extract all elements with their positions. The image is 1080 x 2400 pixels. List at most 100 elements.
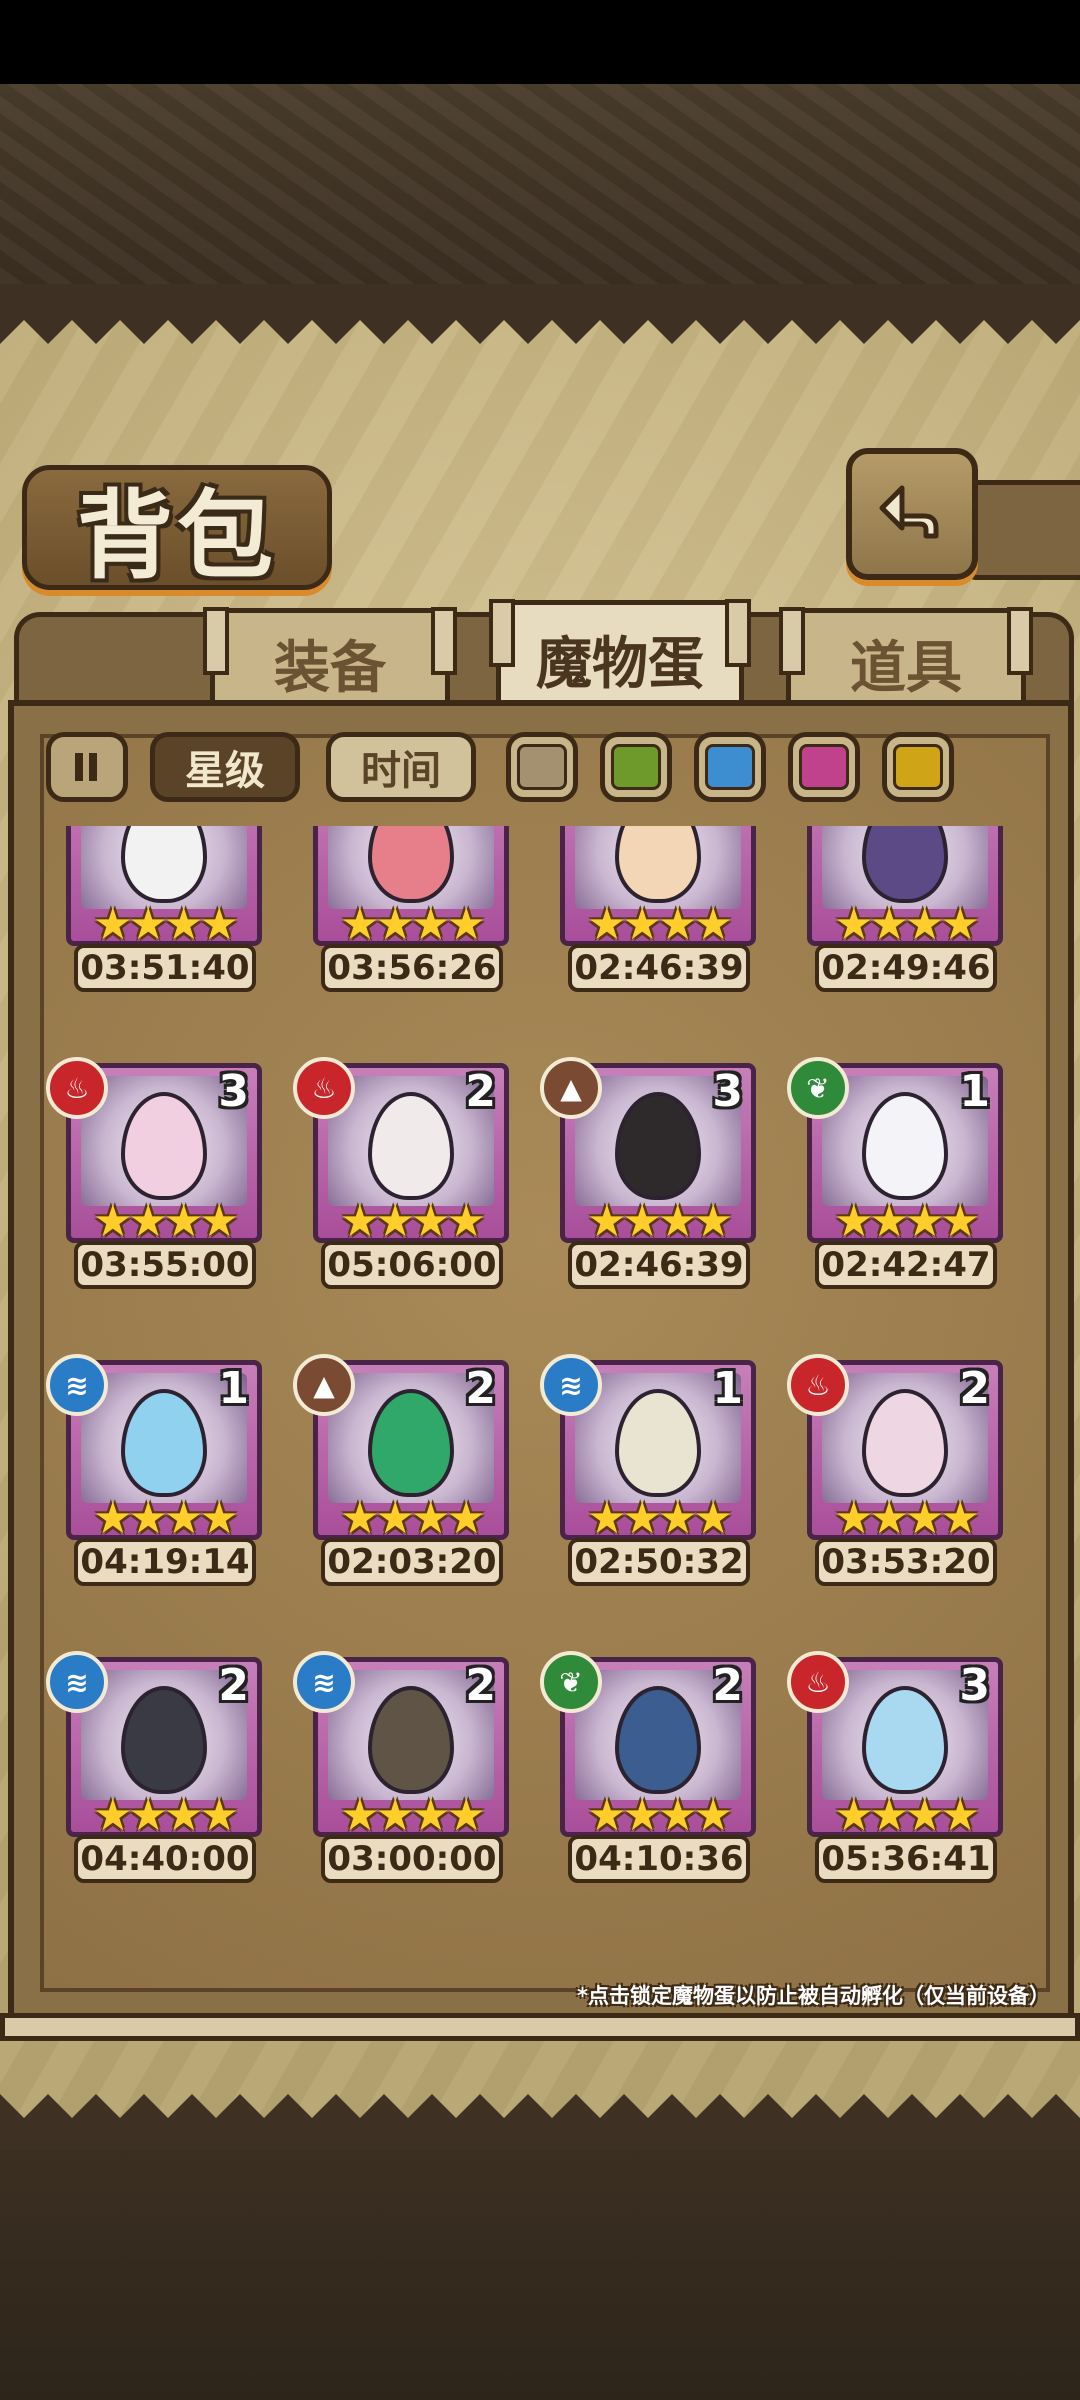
egg-card[interactable]: 1 ★★★★ ≋ 04:19:14 <box>46 1354 274 1590</box>
hatch-timer: 04:19:14 <box>74 1538 256 1586</box>
title-plaque: 背包 <box>22 465 332 592</box>
color-chip <box>611 744 661 790</box>
tab-monster-eggs[interactable]: 魔物蛋 <box>489 599 751 713</box>
monster-egg-icon <box>368 1389 454 1497</box>
egg-card[interactable]: 3★★★★♨03:56:26 <box>293 826 521 996</box>
element-water-icon: ≋ <box>293 1651 355 1713</box>
star-rating: ★★★★ <box>93 1196 239 1247</box>
egg-card[interactable]: 1★★★★≋03:51:40 <box>46 826 274 996</box>
star-rating: ★★★★ <box>93 899 239 950</box>
monster-egg-icon <box>121 1686 207 1794</box>
egg-count: 2 <box>465 1660 496 1711</box>
star-rating: ★★★★ <box>93 1790 239 1841</box>
egg-card[interactable]: 2 ★★★★ ♨ 05:06:00 <box>293 1057 521 1293</box>
monster-egg-icon <box>615 826 701 903</box>
egg-card[interactable]: 2 ★★★★ ♨ 03:53:20 <box>787 1354 1015 1590</box>
tab-equipment[interactable]: 装备 <box>203 607 457 713</box>
egg-count: 3 <box>959 1660 990 1711</box>
monster-egg-icon <box>615 1389 701 1497</box>
egg-count: 1 <box>712 1363 743 1414</box>
monster-egg-icon <box>368 1686 454 1794</box>
egg-grid: 1★★★★≋03:51:403★★★★♨03:56:263★★★★❦02:46:… <box>46 826 1036 1991</box>
egg-card[interactable]: 1 ★★★★ ❦ 02:42:47 <box>787 1057 1015 1293</box>
monster-egg-icon <box>862 1389 948 1497</box>
monster-egg-icon <box>368 826 454 903</box>
color-filter-button[interactable] <box>694 732 766 802</box>
egg-count: 1 <box>959 1066 990 1117</box>
color-chip <box>799 744 849 790</box>
star-rating: ★★★★ <box>587 899 733 950</box>
egg-card-frame: 3★★★★ <box>313 826 509 950</box>
egg-card[interactable]: 1 ★★★★ ≋ 02:50:32 <box>540 1354 768 1590</box>
monster-egg-icon <box>121 1092 207 1200</box>
hatch-timer: 05:36:41 <box>815 1835 997 1883</box>
color-filter-button[interactable] <box>788 732 860 802</box>
hatch-timer: 03:56:26 <box>321 944 503 992</box>
hatch-timer: 02:50:32 <box>568 1538 750 1586</box>
egg-card-frame: 3★★★★ <box>560 826 756 950</box>
element-earth-icon: ▲ <box>293 1354 355 1416</box>
element-earth-icon: ▲ <box>540 1057 602 1119</box>
back-button[interactable] <box>846 448 978 580</box>
monster-egg-icon <box>121 1389 207 1497</box>
zigzag-border-top <box>0 284 1080 344</box>
element-grass-icon: ❦ <box>540 1651 602 1713</box>
zigzag-border-bottom <box>0 2094 1080 2154</box>
star-rating: ★★★★ <box>340 1790 486 1841</box>
egg-card[interactable]: 1★★★★❦02:49:46 <box>787 826 1015 996</box>
hatch-timer: 02:03:20 <box>321 1538 503 1586</box>
sort-by-time-button[interactable]: 时间 <box>326 732 476 802</box>
egg-card-frame: 1★★★★ <box>807 826 1003 950</box>
star-rating: ★★★★ <box>834 1196 980 1247</box>
star-rating: ★★★★ <box>340 1196 486 1247</box>
color-chip <box>705 744 755 790</box>
monster-egg-icon <box>368 1092 454 1200</box>
pause-button[interactable] <box>46 732 128 802</box>
star-rating: ★★★★ <box>587 1790 733 1841</box>
egg-count: 1 <box>218 1363 249 1414</box>
hatch-timer: 03:00:00 <box>321 1835 503 1883</box>
tab-items[interactable]: 道具 <box>779 607 1033 713</box>
hatch-timer: 03:51:40 <box>74 944 256 992</box>
egg-card[interactable]: 3★★★★❦02:46:39 <box>540 826 768 996</box>
tab-monster-eggs-label: 魔物蛋 <box>536 631 704 697</box>
color-filter-button[interactable] <box>882 732 954 802</box>
egg-card[interactable]: 3 ★★★★ ▲ 02:46:39 <box>540 1057 768 1293</box>
monster-egg-icon <box>615 1092 701 1200</box>
egg-card[interactable]: 3 ★★★★ ♨ 05:36:41 <box>787 1651 1015 1887</box>
monster-egg-icon <box>121 826 207 903</box>
hatch-timer: 02:46:39 <box>568 944 750 992</box>
egg-card[interactable]: 2 ★★★★ ▲ 02:03:20 <box>293 1354 521 1590</box>
color-filter-button[interactable] <box>506 732 578 802</box>
egg-art <box>575 826 741 909</box>
back-arrow-icon <box>879 485 939 539</box>
game-screen: { "header": { "title": "背包" }, "tabs": [… <box>0 0 1080 2400</box>
page-title: 背包 <box>77 479 277 592</box>
egg-art <box>81 826 247 909</box>
star-rating: ★★★★ <box>340 1493 486 1544</box>
egg-count: 2 <box>465 1066 496 1117</box>
egg-art <box>822 826 988 909</box>
star-rating: ★★★★ <box>340 899 486 950</box>
status-bar <box>0 0 1080 84</box>
egg-art <box>328 826 494 909</box>
tab-equipment-label: 装备 <box>274 635 386 701</box>
egg-card[interactable]: 2 ★★★★ ≋ 03:00:00 <box>293 1651 521 1887</box>
color-chip <box>517 744 567 790</box>
map-background-top <box>0 84 1080 284</box>
star-rating: ★★★★ <box>587 1196 733 1247</box>
pause-icon <box>75 753 97 781</box>
color-filter-button[interactable] <box>600 732 672 802</box>
sort-by-star-button[interactable]: 星级 <box>150 732 300 802</box>
egg-card[interactable]: 2 ★★★★ ❦ 04:10:36 <box>540 1651 768 1887</box>
map-background-bottom <box>0 2150 1080 2400</box>
star-rating: ★★★★ <box>834 899 980 950</box>
hatch-timer: 05:06:00 <box>321 1241 503 1289</box>
egg-card[interactable]: 2 ★★★★ ≋ 04:40:00 <box>46 1651 274 1887</box>
hatch-timer: 02:42:47 <box>815 1241 997 1289</box>
star-rating: ★★★★ <box>834 1790 980 1841</box>
color-chip <box>893 744 943 790</box>
egg-card[interactable]: 3 ★★★★ ♨ 03:55:00 <box>46 1057 274 1293</box>
star-rating: ★★★★ <box>834 1493 980 1544</box>
element-fire-icon: ♨ <box>46 1057 108 1119</box>
